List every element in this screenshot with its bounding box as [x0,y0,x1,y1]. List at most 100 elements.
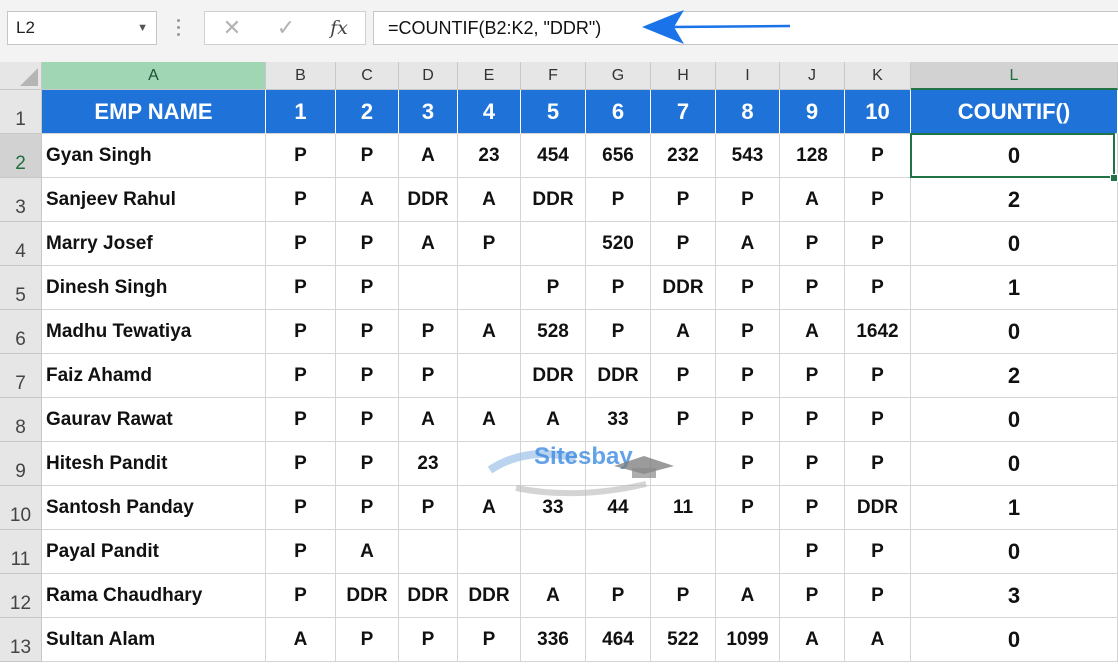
row-header-3[interactable]: 3 [0,178,42,222]
attendance-cell[interactable]: P [266,178,336,222]
attendance-cell[interactable]: P [845,574,911,618]
attendance-cell[interactable]: 23 [458,134,521,178]
employee-name-cell[interactable]: Madhu Tewatiya [42,310,266,354]
chevron-down-icon[interactable]: ▼ [137,12,148,44]
attendance-cell[interactable]: P [266,222,336,266]
attendance-cell[interactable]: P [458,222,521,266]
attendance-cell[interactable]: A [716,222,780,266]
attendance-cell[interactable]: A [399,134,458,178]
attendance-cell[interactable]: A [716,574,780,618]
attendance-cell[interactable]: P [716,178,780,222]
row-header-5[interactable]: 5 [0,266,42,310]
attendance-cell[interactable]: A [266,618,336,662]
attendance-cell[interactable]: P [336,618,399,662]
employee-name-cell[interactable]: Santosh Panday [42,486,266,530]
attendance-cell[interactable]: P [651,178,716,222]
employee-name-cell[interactable]: Sultan Alam [42,618,266,662]
attendance-cell[interactable]: DDR [336,574,399,618]
row-header-4[interactable]: 4 [0,222,42,266]
attendance-cell[interactable]: A [521,398,586,442]
attendance-cell[interactable]: A [845,618,911,662]
countif-result-cell[interactable]: 0 [911,134,1118,178]
attendance-cell[interactable]: P [716,310,780,354]
attendance-cell[interactable]: P [716,354,780,398]
attendance-cell[interactable]: P [266,266,336,310]
column-header-g[interactable]: G [586,62,651,90]
attendance-cell[interactable]: P [780,530,845,574]
attendance-cell[interactable]: P [586,310,651,354]
column-header-i[interactable]: I [716,62,780,90]
attendance-cell[interactable]: 23 [399,442,458,486]
attendance-cell[interactable]: P [266,486,336,530]
countif-result-cell[interactable]: 2 [911,354,1118,398]
attendance-cell[interactable]: P [780,442,845,486]
fx-icon[interactable]: fx [321,15,357,41]
header-cell-g[interactable]: 6 [586,90,651,134]
column-header-j[interactable]: J [780,62,845,90]
countif-result-cell[interactable]: 0 [911,222,1118,266]
attendance-cell[interactable]: P [845,530,911,574]
column-header-f[interactable]: F [521,62,586,90]
attendance-cell[interactable]: P [845,354,911,398]
attendance-cell[interactable]: 33 [521,486,586,530]
attendance-cell[interactable]: 656 [586,134,651,178]
attendance-cell[interactable]: P [651,574,716,618]
attendance-cell[interactable]: A [336,178,399,222]
row-header-2[interactable]: 2 [0,134,42,178]
attendance-cell[interactable]: P [845,442,911,486]
attendance-cell[interactable]: DDR [399,178,458,222]
attendance-cell[interactable]: P [716,398,780,442]
column-header-h[interactable]: H [651,62,716,90]
header-cell-d[interactable]: 3 [399,90,458,134]
attendance-cell[interactable]: 128 [780,134,845,178]
attendance-cell[interactable]: P [336,266,399,310]
attendance-cell[interactable]: 33 [586,398,651,442]
attendance-cell[interactable]: P [780,398,845,442]
column-header-b[interactable]: B [266,62,336,90]
header-cell-j[interactable]: 9 [780,90,845,134]
close-icon[interactable]: ✕ [215,15,249,41]
attendance-cell[interactable]: A [399,222,458,266]
row-header-10[interactable]: 10 [0,486,42,530]
attendance-cell[interactable]: A [521,574,586,618]
attendance-cell[interactable]: P [266,398,336,442]
attendance-cell[interactable]: A [780,618,845,662]
row-header-8[interactable]: 8 [0,398,42,442]
header-cell-i[interactable]: 8 [716,90,780,134]
attendance-cell[interactable]: P [845,134,911,178]
attendance-cell[interactable]: P [716,486,780,530]
countif-result-cell[interactable]: 1 [911,266,1118,310]
attendance-cell[interactable]: P [845,398,911,442]
more-options-icon[interactable] [173,16,183,40]
row-header-9[interactable]: 9 [0,442,42,486]
attendance-cell[interactable] [399,266,458,310]
employee-name-cell[interactable]: Gaurav Rawat [42,398,266,442]
attendance-cell[interactable] [458,266,521,310]
attendance-cell[interactable]: P [399,486,458,530]
attendance-cell[interactable]: P [716,266,780,310]
column-header-a[interactable]: A [42,62,266,90]
row-header-12[interactable]: 12 [0,574,42,618]
attendance-cell[interactable]: P [586,178,651,222]
attendance-cell[interactable]: A [780,178,845,222]
attendance-cell[interactable] [458,354,521,398]
attendance-cell[interactable]: 232 [651,134,716,178]
row-header-7[interactable]: 7 [0,354,42,398]
column-header-k[interactable]: K [845,62,911,90]
header-cell-f[interactable]: 5 [521,90,586,134]
attendance-cell[interactable]: A [651,310,716,354]
attendance-cell[interactable]: P [780,222,845,266]
attendance-cell[interactable] [586,530,651,574]
name-box[interactable]: L2 ▼ [7,11,157,45]
attendance-cell[interactable]: P [266,134,336,178]
countif-result-cell[interactable]: 0 [911,618,1118,662]
employee-name-cell[interactable]: Sanjeev Rahul [42,178,266,222]
attendance-cell[interactable]: P [336,398,399,442]
attendance-cell[interactable]: DDR [521,178,586,222]
countif-result-cell[interactable]: 0 [911,310,1118,354]
column-header-e[interactable]: E [458,62,521,90]
attendance-cell[interactable]: P [336,310,399,354]
header-cell-e[interactable]: 4 [458,90,521,134]
attendance-cell[interactable]: P [399,310,458,354]
attendance-cell[interactable]: A [458,178,521,222]
